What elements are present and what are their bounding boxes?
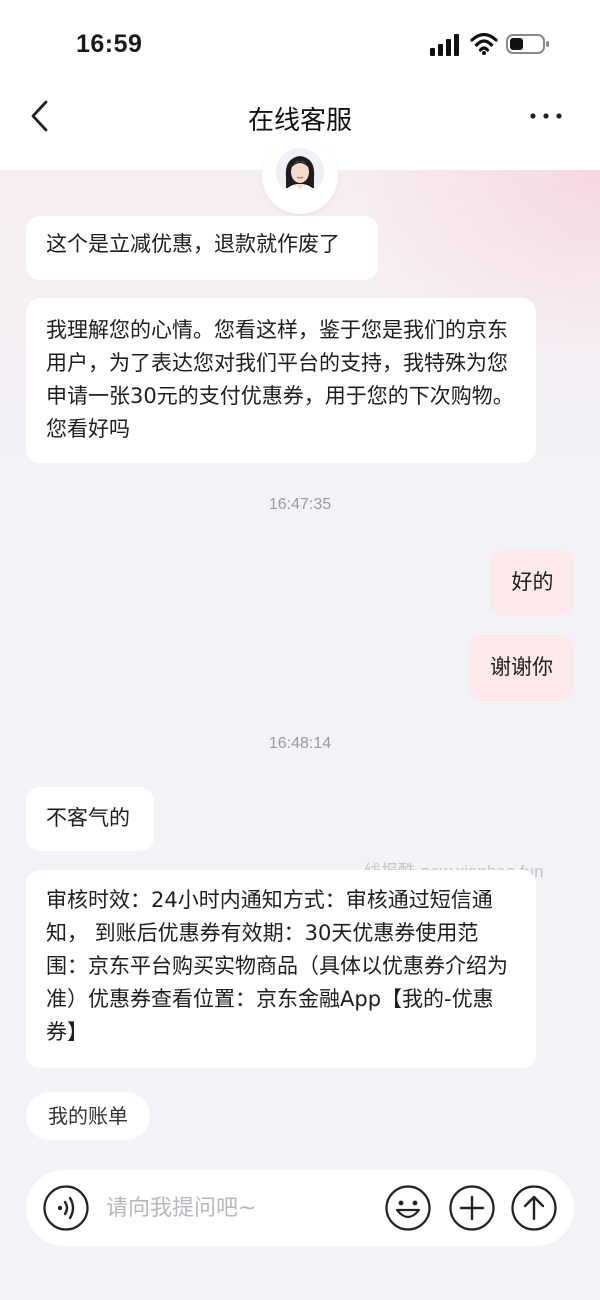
plus-icon[interactable] [448, 1184, 496, 1232]
agent-message-bubble: 不客气的 [26, 787, 154, 851]
agent-avatar [276, 148, 324, 196]
agent-message-bubble: 审核时效：24小时内通知方式：审核通过短信通知， 到账后优惠券有效期：30天优惠… [26, 870, 536, 1068]
emoji-icon[interactable] [384, 1184, 432, 1232]
message-timestamp: 16:47:35 [268, 496, 332, 513]
voice-input-icon[interactable] [42, 1184, 90, 1232]
agent-message-bubble: 我理解您的心情。您看这样，鉴于您是我们的京东用户，为了表达您对我们平台的支持，我… [26, 298, 536, 463]
page-title: 在线客服 [247, 106, 352, 136]
status-time: 16:59 [76, 30, 143, 58]
cellular-signal-icon [430, 34, 459, 56]
quick-reply-my-bill[interactable]: 我的账单 [26, 1092, 150, 1140]
message-timestamp: 16:48:14 [268, 735, 332, 752]
agent-message-bubble: 这个是立减优惠，退款就作废了 [26, 216, 378, 280]
navigation-bar: 在线客服 [0, 88, 600, 144]
user-message-bubble: 好的 [491, 550, 574, 616]
wifi-icon [470, 32, 498, 55]
chat-input-bar [26, 1170, 574, 1246]
chat-message-input[interactable] [106, 1188, 366, 1228]
more-options-icon[interactable] [528, 108, 564, 124]
battery-icon [506, 34, 549, 54]
agent-avatar-image [276, 148, 324, 196]
status-bar: 16:59 [0, 0, 600, 88]
user-message-bubble: 谢谢你 [469, 635, 574, 701]
send-arrow-icon[interactable] [510, 1184, 558, 1232]
